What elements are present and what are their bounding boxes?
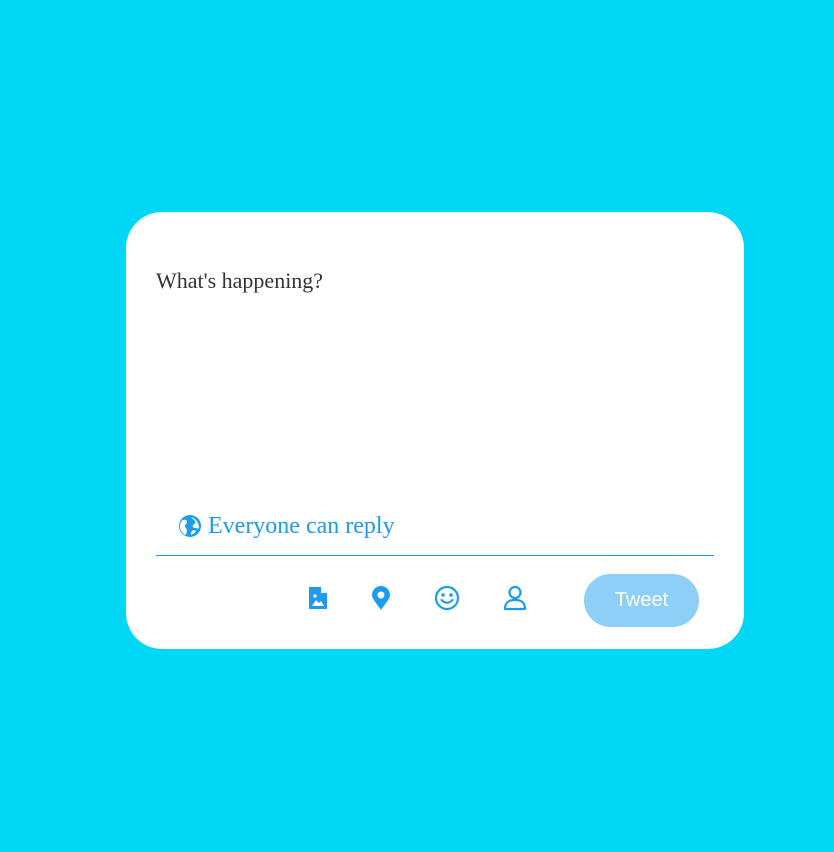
tag-people-button[interactable]: [501, 585, 529, 615]
reply-setting-button[interactable]: Everyone can reply: [178, 512, 395, 540]
map-pin-icon: [370, 585, 392, 616]
add-emoji-button[interactable]: [433, 585, 461, 615]
image-file-icon: [307, 585, 329, 616]
add-location-button[interactable]: [367, 585, 395, 615]
tweet-composer-card: Everyone can reply: [126, 212, 744, 649]
globe-icon: [178, 514, 202, 538]
reply-setting-label: Everyone can reply: [208, 513, 395, 539]
user-icon: [503, 585, 527, 616]
add-media-button[interactable]: [304, 585, 332, 615]
smiley-icon: [434, 585, 460, 616]
tweet-button[interactable]: Tweet: [584, 574, 699, 627]
compose-tweet-input[interactable]: [156, 268, 711, 488]
composer-divider: [156, 555, 714, 556]
